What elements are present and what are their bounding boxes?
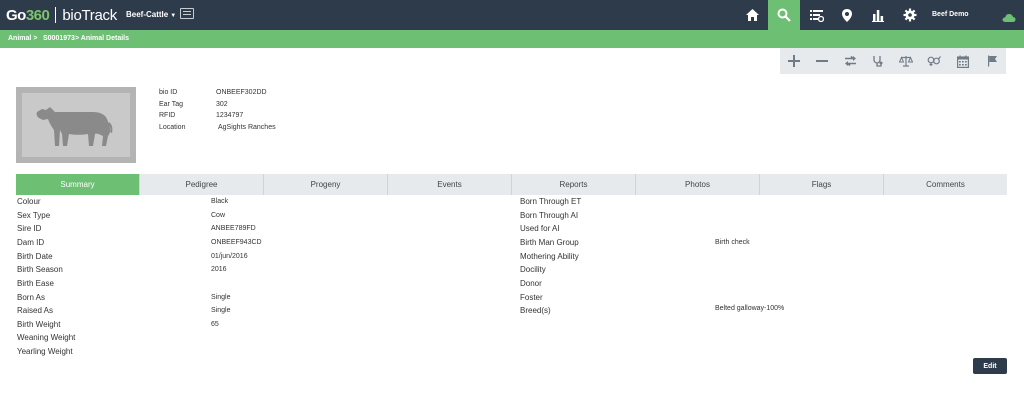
logo-360-text: 360 [25,6,50,24]
summary-label: Born Through ET [520,197,582,206]
logo-go360: Go360 [6,6,50,24]
caret-down-icon: ▼ [170,13,177,19]
summary-label: Birth Season [17,265,63,274]
summary-label: Yearling Weight [17,347,73,356]
summary-label: Breed(s) [520,306,551,315]
species-dropdown[interactable]: Beef-Cattle ▼ [126,10,176,19]
edit-button[interactable]: Edit [973,358,1007,374]
summary-label: Born Through AI [520,211,579,220]
breadcrumb: Animal > S0001973 > Animal Details [0,30,1024,48]
rfid-label: RFID [159,112,176,119]
summary-label: Foster [520,293,543,302]
breadcrumb-animal[interactable]: Animal > [8,35,37,42]
logo-divider [55,7,57,23]
stethoscope-icon[interactable] [871,54,885,68]
scale-icon[interactable] [899,54,913,68]
summary-value: Birth check [715,239,750,246]
summary-label: Weaning Weight [17,333,76,342]
tab-pedigree[interactable]: Pedigree [140,174,264,195]
summary-value: ANBEE789FD [211,225,256,232]
transfer-icon[interactable] [843,54,857,68]
summary-value: 2016 [211,266,227,273]
add-icon[interactable] [787,54,801,68]
summary-label: Donor [520,279,542,288]
summary-label: Sex Type [17,211,51,220]
go360-biotrack-logo[interactable]: Go360 bioTrack [6,6,117,24]
logo-go-text: Go [6,6,26,24]
summary-label: Mothering Ability [520,252,579,261]
bio-id-value: ONBEEF302DD [216,89,267,96]
summary-value: Single [211,307,231,314]
animal-photo[interactable] [16,87,136,163]
location-value: AgSights Ranches [218,124,276,131]
tab-flags[interactable]: Flags [760,174,884,195]
summary-label: Birth Date [17,252,53,261]
photo-placeholder [22,93,130,157]
remove-icon[interactable] [815,54,829,68]
summary-label: Raised As [17,306,54,315]
rfid-value: 1234797 [216,112,244,119]
bio-id-label: bio ID [159,89,178,96]
breadcrumb-animal-details: > Animal Details [75,35,130,42]
species-dropdown-label: Beef-Cattle [126,10,169,19]
tab-progeny[interactable]: Progeny [264,174,388,195]
summary-label: Birth Ease [17,279,54,288]
tab-photos[interactable]: Photos [636,174,760,195]
ear-tag-label: Ear Tag [159,101,183,108]
flag-icon[interactable] [985,54,999,68]
user-menu[interactable]: Beef Demo [932,11,969,18]
tab-events[interactable]: Events [388,174,512,195]
gear-icon[interactable] [894,0,926,30]
list-settings-icon[interactable] [800,0,832,30]
summary-label: Birth Weight [17,320,61,329]
summary-label: Docility [520,265,546,274]
search-icon[interactable] [768,0,800,30]
summary-value: ONBEEF943CD [211,239,262,246]
summary-label: Born As [17,293,46,302]
tab-comments[interactable]: Comments [884,174,1007,195]
cow-silhouette-icon [36,107,113,146]
ear-tag-value: 302 [216,101,228,108]
animal-detail-tabs: Summary Pedigree Progeny Events Reports … [16,174,1007,195]
calendar-icon[interactable] [956,54,970,68]
home-icon[interactable] [736,0,768,30]
summary-value: 65 [211,321,219,328]
bar-chart-icon[interactable] [862,0,894,30]
logo-product-name: bioTrack [62,6,117,24]
breeding-icon[interactable] [927,54,941,68]
cloud-sync-icon[interactable] [1002,10,1016,28]
summary-value: Belted galloway-100% [715,305,785,312]
tab-summary[interactable]: Summary [16,174,140,195]
top-nav-bar: Go360 bioTrack Beef-Cattle ▼ Beef Demo [0,0,1024,30]
monitor-icon[interactable] [180,8,194,19]
summary-value: Cow [211,212,226,219]
breadcrumb-animal-id[interactable]: S0001973 [43,35,75,42]
summary-value: Black [211,198,229,205]
tab-reports[interactable]: Reports [512,174,636,195]
animal-actions-toolbar [780,48,1006,74]
summary-label: Used for AI [520,224,560,233]
location-label: Location [159,124,186,131]
summary-value: Single [211,294,231,301]
map-pin-icon[interactable] [831,0,863,30]
summary-label: Colour [17,197,41,206]
summary-label: Dam ID [17,238,45,247]
summary-value: 01/jun/2016 [211,253,248,260]
summary-label: Sire ID [17,224,42,233]
summary-label: Birth Man Group [520,238,579,247]
